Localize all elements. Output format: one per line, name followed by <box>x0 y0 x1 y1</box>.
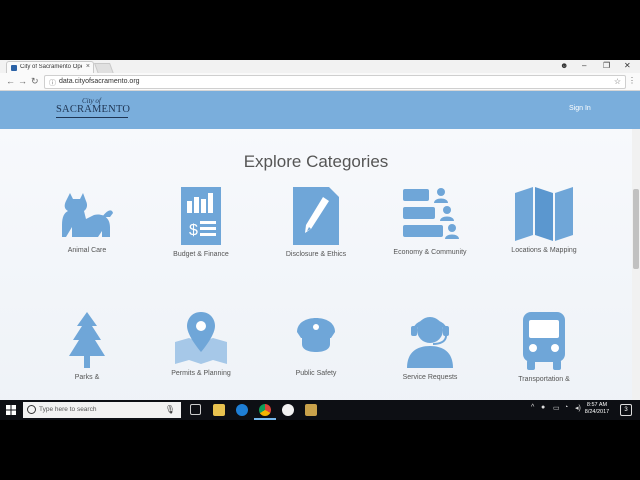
category-label: Transportation & <box>518 376 570 383</box>
city-logo[interactable]: City of SACRAMENTO <box>56 97 130 121</box>
favicon-icon <box>11 65 17 71</box>
page-info-icon[interactable]: ⓘ <box>49 78 56 88</box>
microphone-icon[interactable]: 🎙 <box>165 405 175 414</box>
category-label: Service Requests <box>402 374 458 381</box>
category-label: Animal Care <box>67 247 107 254</box>
taskbar-clock[interactable]: 8:57 AM 8/24/2017 <box>584 402 610 416</box>
tree-icon <box>69 312 105 368</box>
forward-button[interactable]: → <box>18 76 27 86</box>
tray-wifi-icon[interactable]: ◔ <box>564 404 568 411</box>
category-disclosure-ethics[interactable]: Disclosure & Ethics <box>271 187 361 260</box>
folded-map-icon <box>515 187 573 241</box>
file-explorer-icon[interactable] <box>213 404 225 416</box>
people-bars-icon <box>403 188 459 239</box>
search-icon <box>27 405 36 414</box>
svg-text:$: $ <box>189 222 198 239</box>
tab-title: City of Sacramento Ope <box>20 64 82 70</box>
profile-icon[interactable]: ☻ <box>560 61 568 70</box>
screen: City of Sacramento Ope × ☻ – ❐ ✕ ← → ↻ ⓘ… <box>0 60 640 420</box>
category-label: Permits & Planning <box>171 370 231 377</box>
sign-in-link[interactable]: Sign In <box>569 105 591 112</box>
chrome-browser-icon[interactable] <box>259 404 271 416</box>
bookmark-star-icon[interactable]: ☆ <box>614 77 621 86</box>
maximize-button[interactable]: ❐ <box>603 61 610 70</box>
tab-strip: City of Sacramento Ope × ☻ – ❐ ✕ <box>0 60 640 74</box>
taskbar-search-input[interactable]: Type here to search 🎙 <box>23 402 181 418</box>
tray-network-icon[interactable]: ▭ <box>553 404 560 412</box>
taskbar: Type here to search 🎙 ^ ● ▭ ◔ ◂) 8:57 AM… <box>0 400 640 420</box>
back-button[interactable]: ← <box>6 76 15 86</box>
app-circle-icon[interactable] <box>282 404 294 416</box>
animal-icon <box>62 193 113 237</box>
logo-underline <box>56 117 128 118</box>
page-scrollbar[interactable] <box>632 129 640 420</box>
site-header: City of SACRAMENTO Sign In <box>0 91 640 129</box>
tray-volume-icon[interactable]: ◂) <box>575 404 581 412</box>
category-label: Disclosure & Ethics <box>285 251 347 258</box>
category-public-safety[interactable]: Public Safety <box>271 312 361 379</box>
category-label: Parks & <box>74 374 100 381</box>
category-label: Budget & Finance <box>173 251 229 258</box>
browser-toolbar: ← → ↻ ⓘ data.cityofsacramento.org ☆ ⋮ <box>0 73 640 91</box>
police-cap-icon <box>297 318 335 352</box>
category-permits-planning[interactable]: Permits & Planning <box>156 312 246 379</box>
close-window-button[interactable]: ✕ <box>624 61 631 70</box>
category-economy-community[interactable]: Economy & Community <box>385 187 475 258</box>
bus-icon <box>523 312 565 370</box>
category-transportation[interactable]: Transportation & <box>499 312 589 385</box>
clock-date: 8/24/2017 <box>584 409 610 415</box>
clock-time: 8:57 AM <box>586 402 608 408</box>
category-animal-care[interactable]: Animal Care <box>42 187 132 256</box>
task-view-icon[interactable] <box>190 404 201 415</box>
active-app-indicator <box>254 418 276 420</box>
search-placeholder: Type here to search <box>39 406 97 413</box>
categories-section: Explore Categories Animal Care $ Budget … <box>0 129 640 420</box>
category-parks[interactable]: Parks & <box>42 312 132 383</box>
category-service-requests[interactable]: Service Requests <box>385 312 475 383</box>
tray-chevron-icon[interactable]: ^ <box>531 404 534 411</box>
headset-agent-icon <box>407 317 453 368</box>
web-page: City of SACRAMENTO Sign In Explore Categ… <box>0 91 640 420</box>
reload-button[interactable]: ↻ <box>31 76 39 87</box>
category-label: Public Safety <box>295 370 337 377</box>
category-label: Economy & Community <box>393 249 467 256</box>
document-pen-icon <box>293 187 339 245</box>
category-locations-mapping[interactable]: Locations & Mapping <box>499 187 589 256</box>
category-budget-finance[interactable]: $ Budget & Finance <box>156 187 246 260</box>
tab-close-icon[interactable]: × <box>86 63 90 70</box>
url-text[interactable]: data.cityofsacramento.org <box>59 78 140 85</box>
category-label: Locations & Mapping <box>511 247 577 254</box>
tray-app-icon[interactable]: ● <box>541 404 545 411</box>
minimize-button[interactable]: – <box>582 61 586 70</box>
browser-menu-icon[interactable]: ⋮ <box>628 76 636 85</box>
windows-start-icon[interactable] <box>6 405 16 415</box>
budget-report-icon: $ <box>181 187 221 245</box>
scrollbar-thumb[interactable] <box>633 189 639 269</box>
action-center-icon[interactable]: 3 <box>620 404 632 416</box>
map-pin-icon <box>175 312 227 364</box>
address-bar[interactable]: ⓘ data.cityofsacramento.org ☆ <box>44 75 626 89</box>
logo-name-text: SACRAMENTO <box>56 104 131 115</box>
edge-browser-icon[interactable] <box>236 404 248 416</box>
media-app-icon[interactable] <box>305 404 317 416</box>
page-title: Explore Categories <box>243 152 389 171</box>
